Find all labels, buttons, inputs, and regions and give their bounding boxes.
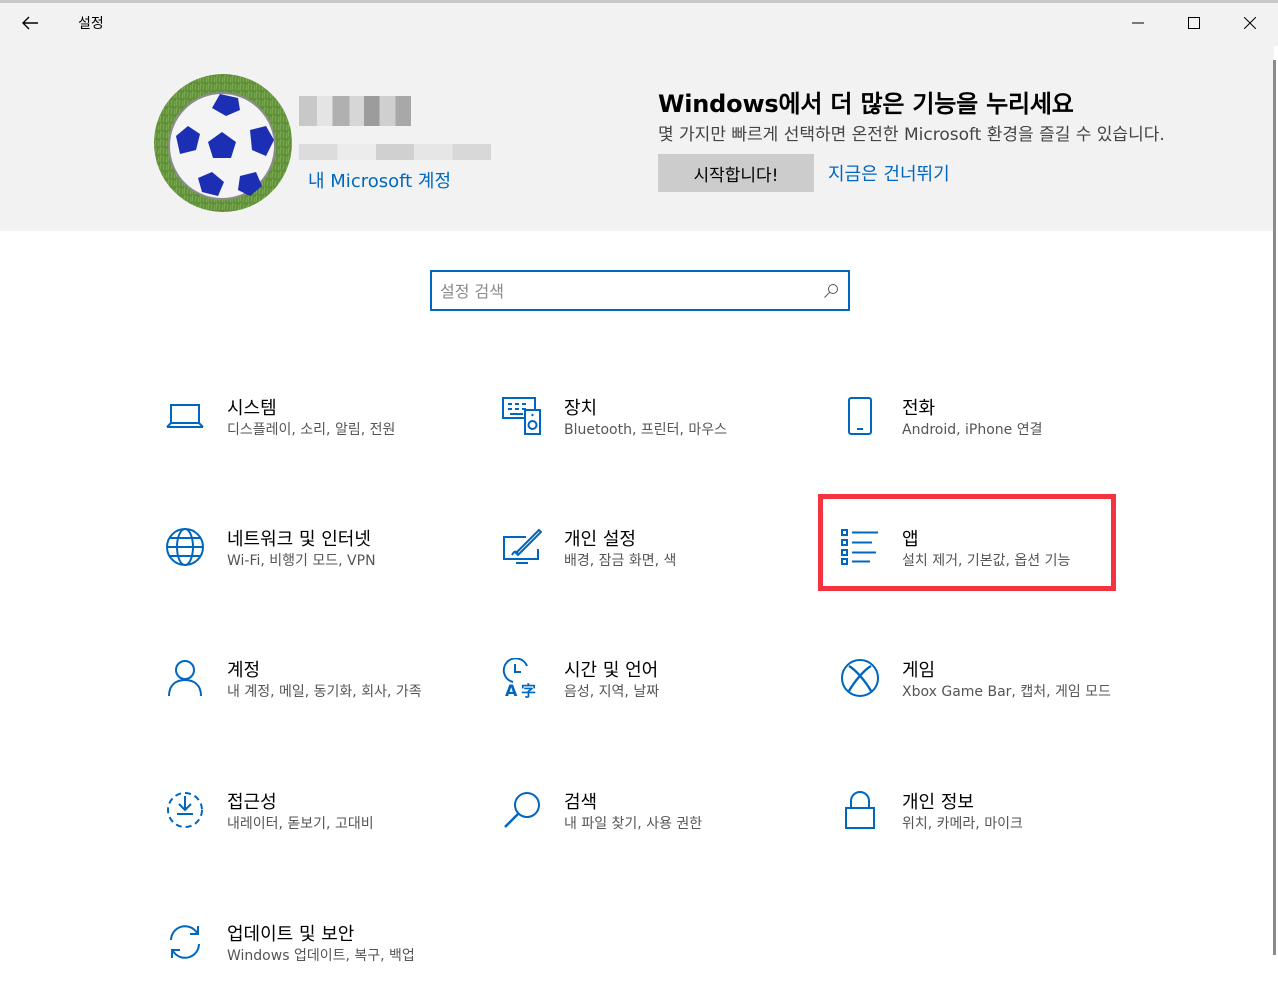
devices-icon [500, 394, 544, 438]
search-icon [500, 788, 544, 832]
tile-description: Wi-Fi, 비행기 모드, VPN [227, 553, 376, 569]
user-email-blurred [299, 144, 491, 160]
tile-title: 시간 및 언어 [564, 660, 659, 681]
tile-privacy[interactable]: 개인 정보 위치, 카메라, 마이크 [838, 788, 1128, 878]
tile-phone[interactable]: 전화 Android, iPhone 연결 [838, 394, 1128, 484]
tile-title: 접근성 [227, 792, 277, 813]
tile-title: 계정 [227, 660, 261, 681]
tile-description: Xbox Game Bar, 캡처, 게임 모드 [902, 684, 1111, 700]
tile-title: 게임 [902, 660, 936, 681]
settings-search-box[interactable] [430, 270, 850, 311]
minimize-button[interactable] [1110, 0, 1166, 46]
settings-search-input[interactable] [440, 278, 810, 304]
person-icon [163, 656, 207, 700]
tile-description: Android, iPhone 연결 [902, 422, 1043, 438]
tile-search[interactable]: 검색 내 파일 찾기, 사용 권한 [500, 788, 790, 878]
avatar[interactable] [154, 74, 292, 212]
tile-title: 업데이트 및 보안 [227, 924, 355, 945]
tile-description: 디스플레이, 소리, 알림, 전원 [227, 422, 396, 438]
tile-title: 검색 [564, 792, 598, 813]
tile-description: Bluetooth, 프린터, 마우스 [564, 422, 728, 438]
window-top-edge [0, 0, 1278, 3]
tile-time-language[interactable]: A 字 시간 및 언어 음성, 지역, 날짜 [500, 656, 790, 746]
tile-network[interactable]: 네트워크 및 인터넷 Wi-Fi, 비행기 모드, VPN [163, 525, 453, 615]
tile-description: Windows 업데이트, 복구, 백업 [227, 948, 415, 964]
tile-accessibility[interactable]: 접근성 내레이터, 돋보기, 고대비 [163, 788, 453, 878]
tile-description: 음성, 지역, 날짜 [564, 684, 660, 700]
close-button[interactable] [1222, 0, 1278, 46]
svg-text:A: A [505, 681, 518, 698]
phone-icon [838, 394, 882, 438]
apps-highlight-box [818, 494, 1116, 591]
tile-description: 위치, 카메라, 마이크 [902, 816, 1023, 832]
close-icon [1244, 17, 1256, 29]
title-bar [0, 0, 1278, 46]
tile-title: 개인 정보 [902, 792, 974, 813]
globe-icon [163, 525, 207, 569]
tile-title: 개인 설정 [564, 529, 636, 550]
search-icon [824, 284, 838, 298]
accessibility-icon [163, 788, 207, 832]
back-arrow-icon [22, 16, 38, 30]
tile-title: 장치 [564, 398, 598, 419]
promo-title: Windows에서 더 많은 기능을 누리세요 [658, 90, 1074, 118]
microsoft-account-link[interactable]: 내 Microsoft 계정 [308, 167, 451, 193]
tile-description: 내 파일 찾기, 사용 권한 [564, 816, 703, 832]
tile-devices[interactable]: 장치 Bluetooth, 프린터, 마우스 [500, 394, 790, 484]
tile-personalization[interactable]: 개인 설정 배경, 잠금 화면, 색 [500, 525, 790, 615]
laptop-icon [163, 394, 207, 438]
tile-gaming[interactable]: 게임 Xbox Game Bar, 캡처, 게임 모드 [838, 656, 1128, 746]
paintbrush-icon [500, 525, 544, 569]
lock-icon [838, 788, 882, 832]
maximize-button[interactable] [1166, 0, 1222, 46]
back-button[interactable] [10, 6, 50, 40]
sync-icon [163, 920, 207, 964]
soccer-ball-avatar-image [154, 74, 292, 212]
tile-description: 내레이터, 돋보기, 고대비 [227, 816, 374, 832]
xbox-icon [838, 656, 882, 700]
tile-title: 전화 [902, 398, 936, 419]
svg-text:字: 字 [521, 682, 536, 698]
maximize-icon [1188, 17, 1200, 29]
tile-title: 시스템 [227, 398, 277, 419]
tile-update-security[interactable]: 업데이트 및 보안 Windows 업데이트, 복구, 백업 [163, 920, 453, 1000]
tile-system[interactable]: 시스템 디스플레이, 소리, 알림, 전원 [163, 394, 453, 484]
tile-description: 내 계정, 메일, 동기화, 회사, 가족 [227, 684, 422, 700]
promo-subtitle: 몇 가지만 빠르게 선택하면 온전한 Microsoft 환경을 즐길 수 있습… [658, 125, 1165, 145]
app-title: 설정 [78, 16, 104, 32]
skip-for-now-link[interactable]: 지금은 건너뛰기 [828, 160, 950, 186]
scrollbar[interactable] [1273, 60, 1276, 955]
get-started-button[interactable]: 시작합니다! [658, 154, 814, 192]
tile-accounts[interactable]: 계정 내 계정, 메일, 동기화, 회사, 가족 [163, 656, 453, 746]
minimize-icon [1132, 22, 1144, 24]
tile-title: 네트워크 및 인터넷 [227, 529, 371, 550]
time-language-icon: A 字 [500, 656, 544, 700]
tile-description: 배경, 잠금 화면, 색 [564, 553, 677, 569]
user-name-blurred [299, 96, 411, 126]
